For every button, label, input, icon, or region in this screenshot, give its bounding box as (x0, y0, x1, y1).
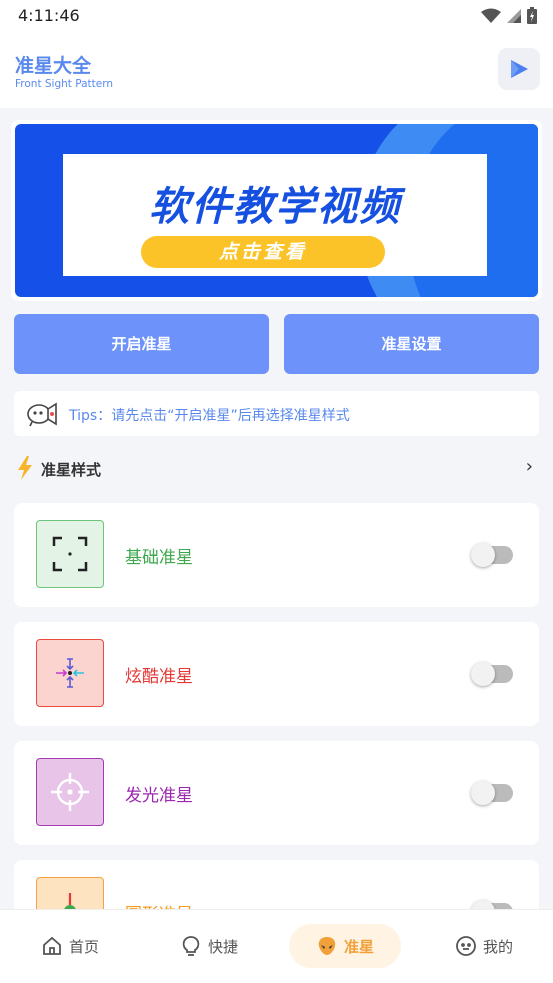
lightning-icon (16, 456, 34, 484)
battery-icon (527, 7, 537, 24)
signal-icon (507, 8, 521, 23)
nav-label: 快捷 (207, 937, 238, 956)
crosshair-style-list: 基础准星 炫酷准星 发光准星 (0, 495, 553, 909)
style-name: 炫酷准星 (125, 667, 193, 687)
toggle-knob (471, 543, 495, 567)
list-item[interactable]: 圆形准星 (14, 860, 539, 909)
section-title: 准星样式 (41, 461, 102, 479)
bracket-crosshair-icon (36, 520, 104, 588)
face-icon (456, 936, 476, 956)
style-name: 发光准星 (125, 786, 193, 806)
alien-icon (318, 937, 336, 955)
banner-card: 软件教学视频 点击查看 (11, 120, 542, 301)
arrow-crosshair-icon (36, 639, 104, 707)
play-icon (511, 60, 528, 78)
chevron-right-icon[interactable]: › (526, 456, 533, 477)
circle-crosshair-icon (36, 877, 104, 909)
crosshair-styles-header[interactable]: 准星样式 › (14, 452, 539, 484)
glow-crosshair-icon (36, 758, 104, 826)
lightbulb-icon (182, 936, 200, 956)
tutorial-banner[interactable]: 软件教学视频 点击查看 (15, 124, 538, 297)
nav-profile[interactable]: 我的 (428, 924, 540, 968)
app-title: 准星大全 (15, 55, 92, 77)
nav-label: 首页 (68, 937, 99, 956)
banner-panel: 软件教学视频 点击查看 (63, 154, 487, 276)
status-bar: 4:11:46 (0, 0, 553, 32)
style-toggle[interactable] (471, 543, 513, 567)
style-name: 基础准星 (125, 548, 193, 568)
app-subtitle: Front Sight Pattern (15, 78, 114, 90)
banner-title: 软件教学视频 (149, 184, 401, 230)
nav-crosshair[interactable]: 准星 (289, 924, 401, 968)
status-time: 4:11:46 (18, 6, 80, 25)
play-button[interactable] (498, 48, 540, 90)
nav-shortcut[interactable]: 快捷 (153, 924, 265, 968)
home-icon (43, 936, 61, 955)
toggle-knob (471, 900, 495, 909)
open-crosshair-button[interactable]: 开启准星 (14, 314, 269, 374)
toggle-knob (471, 662, 495, 686)
tips-bar: Tips：请先点击“开启准星”后再选择准星样式 (14, 391, 539, 436)
app-header: 准星大全 Front Sight Pattern (0, 32, 553, 108)
tips-text: Tips：请先点击“开启准星”后再选择准星样式 (69, 408, 350, 424)
crosshair-settings-button[interactable]: 准星设置 (284, 314, 539, 374)
status-icons (481, 7, 537, 24)
banner-view-button[interactable]: 点击查看 (141, 236, 385, 268)
list-item[interactable]: 发光准星 (14, 741, 539, 845)
nav-home[interactable]: 首页 (14, 924, 126, 968)
megaphone-icon (26, 401, 58, 431)
style-toggle[interactable] (471, 781, 513, 805)
style-name: 圆形准星 (125, 900, 193, 909)
wifi-icon (481, 8, 501, 23)
list-item[interactable]: 炫酷准星 (14, 622, 539, 726)
toggle-knob (471, 781, 495, 805)
nav-label: 我的 (482, 937, 513, 956)
bottom-nav: 首页 快捷 准星 我的 (0, 909, 553, 983)
nav-label: 准星 (343, 937, 374, 956)
list-item[interactable]: 基础准星 (14, 503, 539, 607)
style-toggle[interactable] (471, 662, 513, 686)
